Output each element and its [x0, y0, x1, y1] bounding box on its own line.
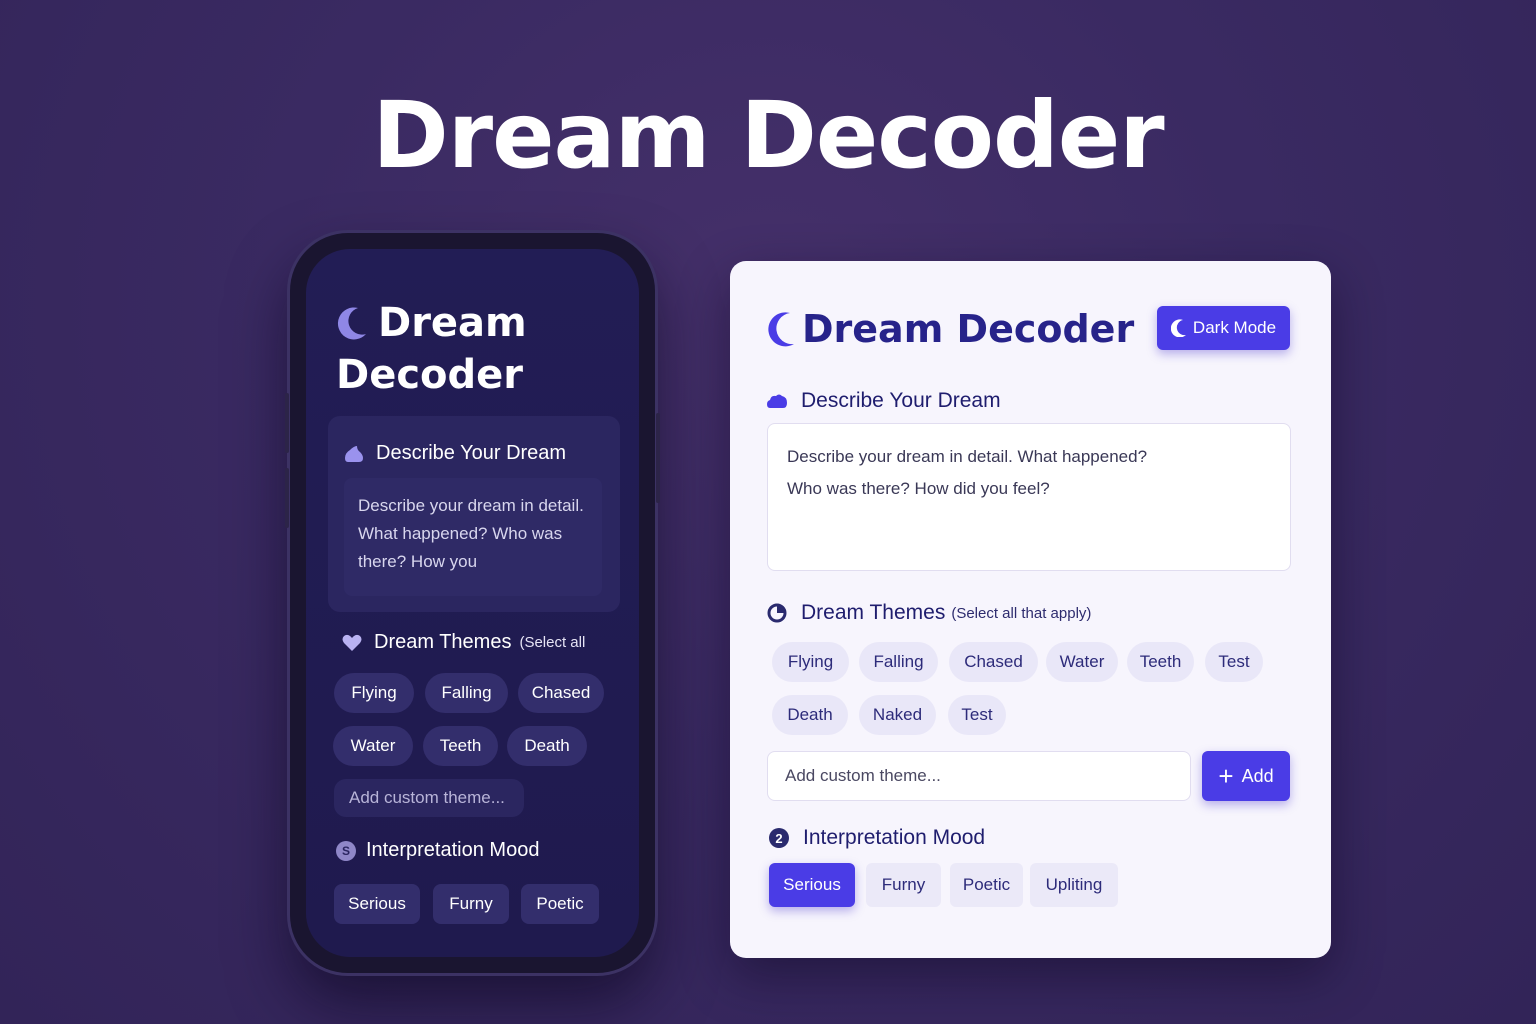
desktop-custom-theme-input[interactable]: Add custom theme... — [767, 751, 1191, 801]
phone-screen: Dream Decoder Describe Your Dream Descri… — [306, 249, 639, 957]
mood-badge-icon: S — [336, 840, 356, 861]
theme-chip-falling[interactable]: Falling — [425, 673, 508, 713]
theme-chip-falling[interactable]: Falling — [859, 642, 938, 682]
desktop-themes-heading: Dream Themes (Select all that apply) — [767, 601, 1091, 625]
textarea-placeholder-line2: Who was there? How did you feel? — [787, 479, 1050, 498]
mobile-mood-heading: S Interpretation Mood — [336, 839, 539, 862]
mobile-mood-badge: S — [336, 840, 356, 861]
theme-chip-death[interactable]: Death — [507, 726, 587, 766]
pie-chart-icon — [767, 603, 787, 623]
theme-chip-chased[interactable]: Chased — [949, 642, 1038, 682]
mood-badge-icon: 2 — [769, 828, 789, 848]
mobile-themes-heading-label: Dream Themes — [374, 631, 512, 653]
desktop-dream-textarea[interactable]: Describe your dream in detail. What happ… — [767, 423, 1291, 571]
desktop-app-title: Dream Decoder — [766, 307, 1134, 351]
heart-icon — [342, 634, 362, 652]
theme-chip-death[interactable]: Death — [772, 695, 848, 735]
desktop-title-text: Dream Decoder — [802, 307, 1135, 351]
mood-option-poetic[interactable]: Poetic — [950, 863, 1023, 907]
theme-chip-flying[interactable]: Flying — [334, 673, 414, 713]
mood-option-upliting[interactable]: Upliting — [1030, 863, 1118, 907]
mobile-themes-subheading: (Select all — [519, 634, 586, 651]
mood-option-furny[interactable]: Furny — [433, 884, 509, 924]
mobile-app-title: Dream Decoder — [336, 299, 616, 399]
theme-chip-teeth[interactable]: Teeth — [1127, 642, 1194, 682]
theme-chip-test[interactable]: Test — [948, 695, 1006, 735]
theme-chip-water[interactable]: Water — [1046, 642, 1118, 682]
mood-option-serious[interactable]: Serious — [334, 884, 420, 924]
moon-icon — [336, 303, 368, 351]
desktop-mood-heading-label: Interpretation Mood — [803, 826, 986, 849]
add-theme-label: Add — [1241, 765, 1274, 786]
moon-icon — [1170, 319, 1187, 337]
theme-chip-naked[interactable]: Naked — [859, 695, 936, 735]
phone-mockup: Dream Decoder Describe Your Dream Descri… — [285, 233, 660, 973]
mobile-custom-theme-input[interactable]: Add custom theme... — [334, 779, 524, 817]
theme-chip-test[interactable]: Test — [1205, 642, 1263, 682]
textarea-placeholder-line1: Describe your dream in detail. What happ… — [787, 447, 1148, 466]
mobile-describe-card: Describe Your Dream Describe your dream … — [328, 416, 620, 612]
mood-option-furny[interactable]: Furny — [866, 863, 941, 907]
mobile-describe-heading-label: Describe Your Dream — [376, 442, 567, 464]
mobile-dream-textarea[interactable]: Describe your dream in detail. What happ… — [344, 478, 602, 596]
mobile-title-line1: Dream — [378, 300, 527, 346]
theme-chip-chased[interactable]: Chased — [518, 673, 604, 713]
desktop-themes-heading-label: Dream Themes — [801, 601, 946, 624]
desktop-themes-subheading: (Select all that apply) — [951, 604, 1092, 622]
dark-mode-button[interactable]: Dark Mode — [1157, 306, 1290, 350]
cloud-icon — [767, 393, 787, 409]
plus-icon: + — [1218, 761, 1234, 791]
desktop-mood-badge: 2 — [769, 828, 789, 848]
dark-mode-label: Dark Mode — [1192, 318, 1277, 337]
mobile-mood-heading-label: Interpretation Mood — [366, 839, 540, 861]
desktop-describe-heading: Describe Your Dream — [767, 389, 1001, 413]
theme-chip-flying[interactable]: Flying — [772, 642, 849, 682]
mood-option-poetic[interactable]: Poetic — [521, 884, 599, 924]
mobile-title-line2: Decoder — [336, 352, 524, 398]
hero-title: Dream Decoder — [372, 82, 1164, 189]
theme-chip-teeth[interactable]: Teeth — [423, 726, 498, 766]
phone-volume-button — [285, 393, 289, 453]
desktop-describe-heading-label: Describe Your Dream — [801, 389, 1001, 412]
cloud-icon — [344, 444, 364, 464]
phone-power-button — [656, 413, 660, 503]
desktop-mood-heading: 2 Interpretation Mood — [769, 826, 985, 850]
phone-volume-button — [285, 468, 289, 528]
mood-option-serious[interactable]: Serious — [769, 863, 855, 907]
mobile-themes-heading: Dream Themes (Select all — [342, 631, 585, 654]
add-theme-button[interactable]: + Add — [1202, 751, 1290, 801]
desktop-card: Dream Decoder Dark Mode Describe Your Dr… — [730, 261, 1331, 958]
mobile-describe-heading: Describe Your Dream — [344, 442, 566, 465]
theme-chip-water[interactable]: Water — [333, 726, 413, 766]
moon-icon — [766, 311, 796, 347]
